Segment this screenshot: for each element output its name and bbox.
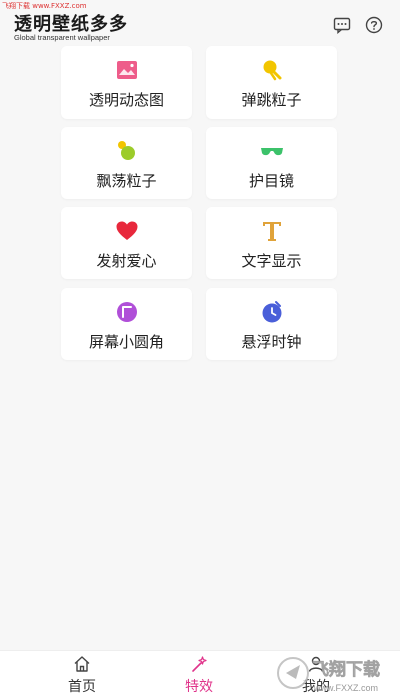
effect-card-bouncing-particle[interactable]: 弹跳粒子 xyxy=(206,46,337,119)
effect-card-floating-particle[interactable]: 飘荡粒子 xyxy=(61,127,192,199)
magic-wand-icon xyxy=(192,656,207,672)
floating-particle-icon xyxy=(117,141,135,160)
effect-label: 发射爱心 xyxy=(96,252,157,270)
effect-label: 弹跳粒子 xyxy=(241,91,302,109)
effect-card-goggles[interactable]: 护目镜 xyxy=(206,127,337,199)
tab-label: 首页 xyxy=(68,679,96,695)
effect-label: 文字显示 xyxy=(241,252,302,270)
tab-label: 特效 xyxy=(185,679,213,695)
effect-label: 护目镜 xyxy=(248,172,294,190)
effect-label: 屏幕小圆角 xyxy=(88,333,164,351)
goggles-icon xyxy=(260,148,283,156)
effect-label: 飘荡粒子 xyxy=(96,172,157,190)
help-icon[interactable] xyxy=(365,16,383,34)
effect-card-rounded-corner[interactable]: 屏幕小圆角 xyxy=(61,288,192,360)
rounded-corner-icon xyxy=(116,302,137,322)
effect-card-floating-clock[interactable]: 悬浮时钟 xyxy=(206,288,337,360)
text-t-icon xyxy=(262,222,281,241)
effect-label: 透明动态图 xyxy=(88,91,164,109)
effect-card-transparent-gif[interactable]: 透明动态图 xyxy=(61,46,192,119)
heart-icon xyxy=(116,221,137,240)
app-header: 透明壁纸多多 Global transparent wallpaper xyxy=(0,0,400,46)
effect-card-text-display[interactable]: 文字显示 xyxy=(206,207,337,279)
app-subtitle: Global transparent wallpaper xyxy=(14,33,110,42)
svg-text:www.FXXZ.com: www.FXXZ.com xyxy=(313,683,378,693)
effect-label: 悬浮时钟 xyxy=(241,333,302,351)
home-icon xyxy=(74,656,90,672)
clock-icon xyxy=(262,301,281,323)
tab-home[interactable]: 首页 xyxy=(42,651,122,696)
message-icon[interactable] xyxy=(333,16,351,34)
effect-card-heart[interactable]: 发射爱心 xyxy=(61,207,192,279)
svg-text:飞翔下载: 飞翔下载 xyxy=(312,659,380,680)
bouncing-particle-icon xyxy=(263,60,281,81)
tab-effects[interactable]: 特效 xyxy=(159,651,239,696)
transparent-gif-icon xyxy=(116,61,137,79)
watermark-logo: 飞翔下载 www.FXXZ.com xyxy=(277,657,380,693)
